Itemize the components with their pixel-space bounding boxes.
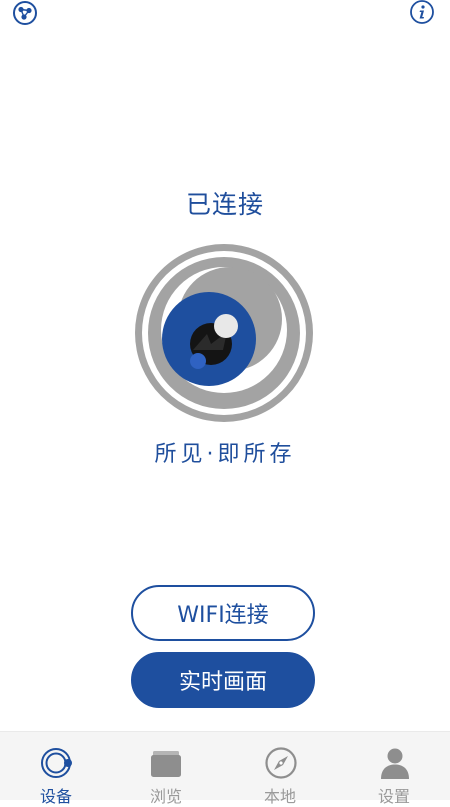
live-view-button[interactable]: 实时画面 <box>131 652 315 708</box>
tab-device[interactable]: 设备 <box>0 732 112 806</box>
tab-local-label: 本地 <box>263 787 296 806</box>
connection-status: 已连接 <box>185 190 264 219</box>
bottom-tab-bar: 设备 浏览 本地 设置 <box>0 731 450 806</box>
browse-icon <box>151 751 181 777</box>
slogan-text: 所见·即所存 <box>154 442 296 467</box>
tab-settings-label: 设置 <box>377 787 410 806</box>
info-icon[interactable] <box>409 0 435 26</box>
wifi-connect-button[interactable]: WIFI连接 <box>131 585 315 641</box>
tab-device-label: 设备 <box>39 787 72 806</box>
share-icon[interactable] <box>12 0 38 26</box>
user-icon <box>381 748 409 779</box>
camera-eye-logo <box>135 244 313 422</box>
compass-icon <box>265 747 297 779</box>
tab-browse[interactable]: 浏览 <box>110 732 222 806</box>
tab-browse-label: 浏览 <box>149 787 182 806</box>
tab-settings[interactable]: 设置 <box>338 732 450 806</box>
device-icon <box>41 748 72 778</box>
tab-local[interactable]: 本地 <box>224 732 336 806</box>
